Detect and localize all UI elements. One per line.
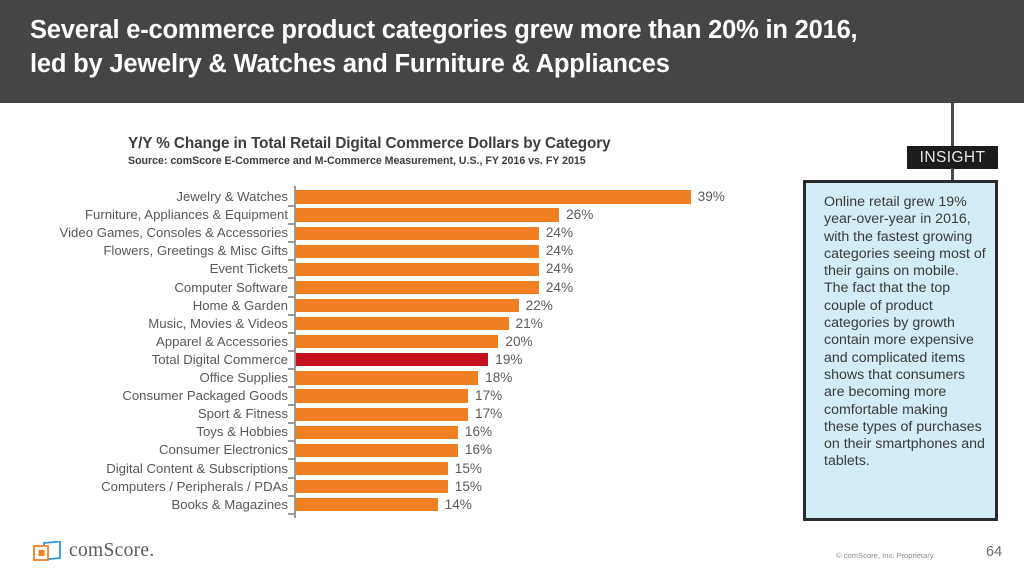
bar-value-label: 17% [475, 406, 503, 422]
bar [296, 425, 458, 439]
bar-category-label: Music, Movies & Videos [148, 315, 288, 331]
bar-category-label: Sport & Fitness [197, 406, 288, 422]
page-title-line-1: Several e-commerce product categories gr… [30, 16, 858, 44]
bar-row: Apparel & Accessories 20% [0, 333, 790, 352]
slide-canvas: Several e-commerce product categories gr… [0, 0, 1024, 575]
bar-value-label: 39% [697, 189, 725, 204]
bar-value-label: 21% [515, 315, 543, 331]
bar-category-label: Digital Content & Subscriptions [106, 460, 288, 476]
page-title-line-2: led by Jewelry & Watches and Furniture &… [30, 50, 670, 78]
bar [296, 298, 519, 313]
bar-row: Toys & Hobbies 16% [0, 423, 790, 443]
bar [296, 371, 479, 385]
bar-row: Event Tickets 24% [0, 260, 790, 280]
bar-row: Digital Content & Subscriptions 15% [0, 460, 790, 479]
chart-source-note: Source: comScore E-Commerce and M-Commer… [128, 155, 586, 167]
bar-category-label: Home & Garden [192, 297, 288, 313]
bar-category-label: Toys & Hobbies [196, 424, 288, 440]
bar-row: Flowers, Greetings & Misc Gifts 24% [0, 242, 790, 262]
bar [296, 244, 539, 258]
bar-value-label: 22% [525, 297, 553, 313]
bar [296, 335, 499, 349]
bar-value-label: 26% [566, 207, 594, 223]
insight-body-text: Online retail grew 19% year-over-year in… [824, 194, 986, 470]
bar-row: Books & Magazines 14% [0, 496, 790, 515]
bar-value-label: 24% [545, 261, 574, 277]
bar-category-label: Consumer Packaged Goods [122, 388, 288, 404]
bar-category-label: Video Games, Consoles & Accessories [59, 225, 288, 241]
insight-tag: INSIGHT [907, 146, 998, 169]
bar-row: Jewelry & Watches 39% [0, 188, 790, 207]
bar-category-label: Furniture, Appliances & Equipment [84, 207, 288, 223]
bar-row: Home & Garden 22% [0, 297, 790, 316]
bar-row: Furniture, Appliances & Equipment 26% [0, 206, 790, 226]
bar-row: Consumer Packaged Goods 17% [0, 387, 790, 407]
bar [296, 461, 448, 476]
bar-category-label: Jewelry & Watches [176, 189, 288, 204]
bar [296, 317, 509, 331]
bar-category-label: Flowers, Greetings & Misc Gifts [103, 243, 288, 259]
bar-category-label: Computers / Peripherals / PDAs [101, 478, 288, 494]
bar [296, 389, 469, 403]
bar-value-label: 24% [545, 225, 574, 241]
bar [296, 498, 438, 512]
bar-value-label: 14% [444, 496, 472, 512]
bar [296, 190, 691, 204]
bar [296, 226, 539, 240]
bar-row: Office Supplies 18% [0, 369, 790, 388]
bar-row: Sport & Fitness 17% [0, 405, 790, 425]
bar-row: Music, Movies & Videos 21% [0, 315, 790, 334]
bar [296, 479, 448, 494]
bar [296, 443, 458, 457]
bar-row: Computer Software 24% [0, 279, 790, 298]
bar-value-label: 24% [545, 279, 574, 295]
insight-connector-line-top [951, 103, 954, 147]
bar-value-label: 24% [545, 243, 574, 259]
chart-title: Y/Y % Change in Total Retail Digital Com… [128, 135, 611, 152]
bar-row: Video Games, Consoles & Accessories 24% [0, 224, 790, 244]
bar-category-label: Consumer Electronics [159, 442, 288, 458]
bar-value-label: 18% [485, 370, 513, 385]
comscore-logo-icon [33, 541, 61, 561]
bar-category-label: Apparel & Accessories [156, 333, 288, 349]
bar-row: Consumer Electronics 16% [0, 441, 790, 461]
bar-value-label: 19% [495, 351, 523, 367]
bar [296, 407, 469, 421]
bar-value-label: 17% [475, 388, 503, 404]
bar-category-label: Total Digital Commerce [151, 351, 288, 367]
comscore-logo: comScore. [33, 538, 233, 570]
bar-value-label: 15% [454, 460, 483, 476]
footer-page-number: 64 [986, 544, 1003, 560]
bar-row: Computers / Peripherals / PDAs 15% [0, 478, 790, 497]
bar-category-label: Books & Magazines [171, 496, 288, 512]
bar-value-label: 15% [454, 478, 483, 494]
bar [296, 262, 539, 276]
bar-row: Total Digital Commerce 19% [0, 351, 790, 370]
bar [296, 208, 560, 222]
footer-copyright: © comScore, Inc. Proprietary. [836, 551, 936, 560]
bar-category-label: Computer Software [174, 279, 288, 295]
bar-highlighted [296, 353, 489, 367]
bar-value-label: 20% [505, 333, 533, 349]
bar-value-label: 16% [464, 442, 493, 458]
bar [296, 280, 539, 295]
bar-value-label: 16% [464, 424, 493, 440]
bar-category-label: Office Supplies [199, 370, 288, 385]
axis-tick [288, 512, 295, 515]
bar-chart-plot-area: Jewelry & Watches 39% Furniture, Appliance… [0, 186, 790, 522]
insight-box: Online retail grew 19% year-over-year in… [803, 180, 998, 521]
comscore-logo-wordmark: comScore. [69, 540, 155, 561]
bar-category-label: Event Tickets [209, 261, 288, 277]
page-title: Several e-commerce product categories gr… [30, 13, 990, 81]
